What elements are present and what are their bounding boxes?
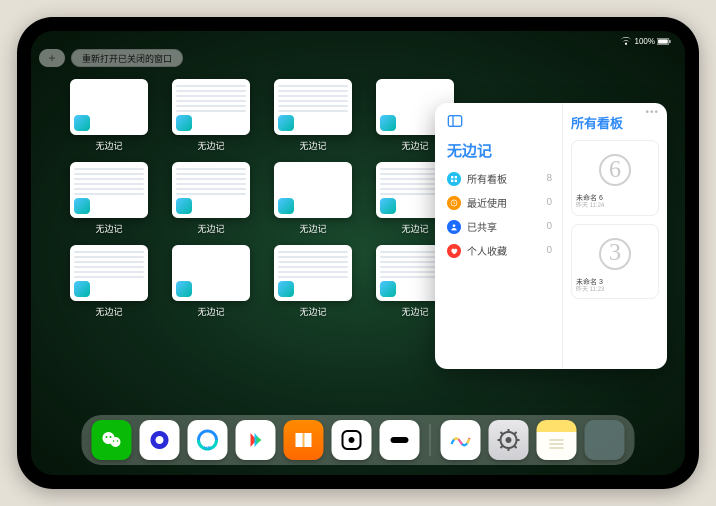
books-icon[interactable] (284, 420, 324, 460)
dice-icon[interactable] (332, 420, 372, 460)
window-tile-label: 无边记 (401, 222, 428, 235)
window-tile-label: 无边记 (299, 305, 326, 318)
board-item[interactable]: 6 未命名 6昨天 11:24 (571, 140, 659, 216)
menu-item-count: 8 (546, 173, 552, 184)
window-tile[interactable]: 无边记 (69, 162, 149, 235)
ipad-device: 100% + 重新打开已关闭的窗口 无边记无边记无边记无边记无边记无边记无边记无… (17, 17, 699, 489)
sidebar-menu: 所有看板 8 最近使用 0 已共享 0 个人收藏 0 (447, 171, 552, 258)
board-thumbnail: 3 (576, 231, 654, 277)
status-bar: 100% (619, 37, 671, 46)
board-item[interactable]: 3 未命名 3昨天 11:23 (571, 224, 659, 300)
menu-item-label: 最近使用 (467, 195, 507, 210)
sidebar-menu-item[interactable]: 已共享 0 (447, 219, 552, 234)
window-tile[interactable]: 无边记 (171, 162, 251, 235)
window-tile-label: 无边记 (401, 139, 428, 152)
freeform-icon[interactable] (441, 420, 481, 460)
menu-item-label: 个人收藏 (467, 243, 507, 258)
window-tile[interactable]: 无边记 (273, 79, 353, 152)
window-tile[interactable]: 无边记 (171, 79, 251, 152)
panel-sidebar: 无边记 所有看板 8 最近使用 0 已共享 0 个人收藏 0 (435, 103, 563, 369)
menu-item-count: 0 (546, 197, 552, 208)
window-thumbnail (172, 162, 250, 218)
wechat-icon[interactable] (92, 420, 132, 460)
clock-icon (447, 196, 461, 210)
ipad-screen: 100% + 重新打开已关闭的窗口 无边记无边记无边记无边记无边记无边记无边记无… (31, 31, 685, 475)
menu-item-count: 0 (546, 245, 552, 256)
window-tile-label: 无边记 (95, 305, 122, 318)
quark-icon[interactable] (140, 420, 180, 460)
window-thumbnail (274, 162, 352, 218)
grid-icon (447, 172, 461, 186)
qq-browser-icon[interactable]: HD (188, 420, 228, 460)
sidebar-menu-item[interactable]: 最近使用 0 (447, 195, 552, 210)
window-tile-label: 无边记 (197, 305, 224, 318)
dock: HD (82, 415, 635, 465)
svg-text:HD: HD (204, 446, 212, 452)
youku-icon[interactable] (236, 420, 276, 460)
window-thumbnail (70, 245, 148, 301)
dock-separator (430, 424, 431, 456)
window-tile[interactable]: 无边记 (69, 79, 149, 152)
panel-sidebar-title: 无边记 (447, 140, 552, 161)
battery-icon (657, 37, 671, 46)
board-thumbnail: 6 (576, 147, 654, 193)
window-thumbnail (172, 245, 250, 301)
window-tile-label: 无边记 (95, 222, 122, 235)
window-thumbnail (274, 245, 352, 301)
settings-icon[interactable] (489, 420, 529, 460)
sidebar-menu-item[interactable]: 所有看板 8 (447, 171, 552, 186)
board-subtitle: 昨天 11:23 (576, 287, 654, 294)
window-thumbnail (274, 79, 352, 135)
window-thumbnail (70, 79, 148, 135)
board-subtitle: 昨天 11:24 (576, 203, 654, 210)
sidebar-toggle-icon[interactable] (447, 113, 463, 129)
board-meta: 未命名 3昨天 11:23 (576, 279, 654, 295)
window-tile[interactable]: 无边记 (69, 245, 149, 318)
board-meta: 未命名 6昨天 11:24 (576, 195, 654, 211)
window-tile[interactable]: 无边记 (273, 245, 353, 318)
window-thumbnail (70, 162, 148, 218)
iina-icon[interactable] (380, 420, 420, 460)
menu-item-label: 所有看板 (467, 171, 507, 186)
app-library-icon[interactable] (585, 420, 625, 460)
window-thumbnail (172, 79, 250, 135)
heart-icon (447, 244, 461, 258)
add-button[interactable]: + (39, 49, 65, 67)
sidebar-menu-item[interactable]: 个人收藏 0 (447, 243, 552, 258)
wifi-icon (619, 37, 633, 46)
window-grid: 无边记无边记无边记无边记无边记无边记无边记无边记无边记无边记无边记无边记 (69, 79, 455, 318)
window-tile[interactable]: 无边记 (171, 245, 251, 318)
board-name: 未命名 3 (576, 279, 654, 287)
window-tile-label: 无边记 (197, 139, 224, 152)
window-tile-label: 无边记 (299, 139, 326, 152)
menu-item-label: 已共享 (467, 219, 497, 234)
person-icon (447, 220, 461, 234)
window-tile-label: 无边记 (401, 305, 428, 318)
battery-label: 100% (635, 37, 655, 46)
panel-more-icon[interactable]: ••• (645, 107, 659, 118)
reopen-closed-window-button[interactable]: 重新打开已关闭的窗口 (71, 49, 183, 67)
freeform-panel: ••• 无边记 所有看板 8 最近使用 0 已共享 0 个人收藏 0 所有看板 … (435, 103, 667, 369)
boards-list: 6 未命名 6昨天 11:24 3 未命名 3昨天 11:23 (571, 140, 659, 299)
window-tile-label: 无边记 (299, 222, 326, 235)
window-tile[interactable]: 无边记 (273, 162, 353, 235)
panel-content: 所有看板 6 未命名 6昨天 11:243 未命名 3昨天 11:23 (563, 103, 667, 369)
menu-item-count: 0 (546, 221, 552, 232)
window-tile-label: 无边记 (197, 222, 224, 235)
top-bar: + 重新打开已关闭的窗口 (39, 49, 183, 67)
window-tile-label: 无边记 (95, 139, 122, 152)
notes-icon[interactable] (537, 420, 577, 460)
